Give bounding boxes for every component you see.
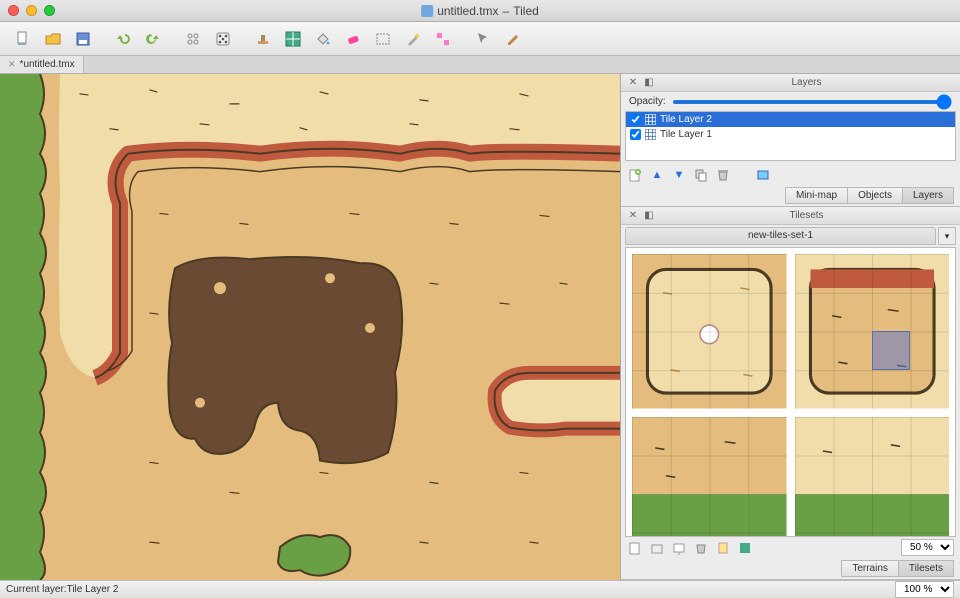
tileset-thumb[interactable] [795,254,950,409]
rectangle-select-button[interactable] [370,27,396,51]
minimize-window-button[interactable] [26,5,37,16]
objects-tab[interactable]: Objects [848,187,903,204]
close-panel-icon[interactable]: ✕ [627,77,639,89]
delete-layer-button[interactable] [715,167,731,183]
command-button[interactable] [180,27,206,51]
detach-panel-icon[interactable]: ◧ [643,210,655,222]
detach-panel-icon[interactable]: ◧ [643,77,655,89]
layers-panel: ✕ ◧ Layers Opacity: Tile Layer 2 Tile La… [621,74,960,207]
layer-visibility-checkbox[interactable] [630,129,641,140]
new-layer-button[interactable] [627,167,643,183]
right-panels: ✕ ◧ Layers Opacity: Tile Layer 2 Tile La… [620,74,960,580]
stamp-tool-button[interactable] [250,27,276,51]
tileset-thumb[interactable] [795,417,950,538]
random-button[interactable] [210,27,236,51]
window-title-appname: Tiled [513,4,539,18]
window-controls [8,5,55,16]
tileset-thumb[interactable] [632,254,787,409]
layer-visibility-checkbox[interactable] [630,114,641,125]
window-title: untitled.tmx – Tiled [421,4,539,18]
delete-tileset-button[interactable] [693,540,709,556]
tilesets-panel-title: Tilesets [659,210,954,221]
export-tileset-button[interactable] [671,540,687,556]
tileset-view[interactable] [625,247,956,537]
close-panel-icon[interactable]: ✕ [627,210,639,222]
tileset-zoom-select[interactable]: 50 % [901,539,954,556]
new-tileset-button[interactable] [627,540,643,556]
terrain-tool-button[interactable] [280,27,306,51]
document-tab-label: *untitled.tmx [20,59,75,70]
edit-polygon-button[interactable] [500,27,526,51]
tileset-thumb[interactable] [632,417,787,538]
terrains-tab[interactable]: Terrains [841,560,899,577]
layer-name: Tile Layer 2 [660,114,712,125]
tilesets-panel: ✕ ◧ Tilesets new-tiles-set-1 ▾ [621,207,960,580]
new-file-button[interactable] [10,27,36,51]
objects-select-button[interactable] [470,27,496,51]
document-tab[interactable]: ✕ *untitled.tmx [0,56,84,73]
document-icon [421,5,433,17]
save-file-button[interactable] [70,27,96,51]
import-tileset-button[interactable] [649,540,665,556]
layers-tab[interactable]: Layers [903,187,954,204]
edit-terrain-button[interactable] [737,540,753,556]
layer-down-button[interactable]: ▼ [671,167,687,183]
tile-layer-icon [645,114,656,125]
map-canvas[interactable] [0,74,620,580]
tile-layer-icon [645,129,656,140]
canvas-zoom-select[interactable]: 100 % [895,581,954,598]
layers-list[interactable]: Tile Layer 2 Tile Layer 1 [625,111,956,161]
status-current-layer-prefix: Current layer: [6,584,67,595]
show-other-layers-button[interactable] [755,167,771,183]
main-toolbar [0,22,960,56]
tileset-dropdown-button[interactable]: ▾ [938,227,956,245]
select-same-button[interactable] [430,27,456,51]
tilesets-tab[interactable]: Tilesets [899,560,954,577]
close-tab-icon[interactable]: ✕ [8,59,16,70]
maximize-window-button[interactable] [44,5,55,16]
window-title-filename: untitled.tmx [437,4,498,18]
minimap-tab[interactable]: Mini-map [785,187,848,204]
status-bar: Current layer: Tile Layer 2 100 % [0,580,960,598]
opacity-slider[interactable] [672,100,952,104]
redo-button[interactable] [140,27,166,51]
eraser-tool-button[interactable] [340,27,366,51]
magic-wand-button[interactable] [400,27,426,51]
window-titlebar: untitled.tmx – Tiled [0,0,960,22]
layer-up-button[interactable]: ▲ [649,167,665,183]
fill-tool-button[interactable] [310,27,336,51]
layer-name: Tile Layer 1 [660,129,712,140]
duplicate-layer-button[interactable] [693,167,709,183]
close-window-button[interactable] [8,5,19,16]
tileset-properties-button[interactable] [715,540,731,556]
undo-button[interactable] [110,27,136,51]
document-tabs: ✕ *untitled.tmx [0,56,960,74]
opacity-label: Opacity: [629,96,666,107]
layer-row[interactable]: Tile Layer 2 [626,112,955,127]
layers-panel-title: Layers [659,77,954,88]
tileset-tab[interactable]: new-tiles-set-1 [625,227,936,245]
open-file-button[interactable] [40,27,66,51]
layer-row[interactable]: Tile Layer 1 [626,127,955,142]
status-current-layer: Tile Layer 2 [67,584,119,595]
